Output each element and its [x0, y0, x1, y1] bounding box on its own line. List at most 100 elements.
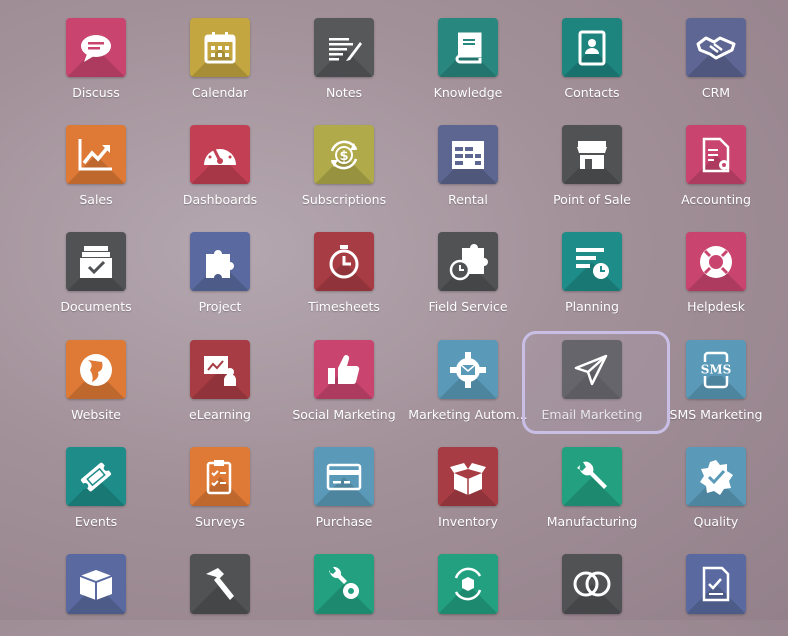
app-label: Dashboards: [182, 192, 258, 207]
app-project[interactable]: Project: [158, 214, 282, 314]
app-elearning[interactable]: eLearning: [158, 322, 282, 422]
overlap-circles-icon: [572, 564, 612, 604]
dollar-cycle-icon: $: [324, 135, 364, 175]
open-box-icon: [448, 457, 488, 497]
app-label: SMS Marketing: [669, 407, 763, 422]
app-discuss[interactable]: Discuss: [34, 0, 158, 100]
app-tile[interactable]: [562, 554, 622, 614]
app-inventory[interactable]: Inventory: [406, 429, 530, 529]
app-events[interactable]: Events: [34, 429, 158, 529]
app-label: Field Service: [428, 299, 508, 314]
app-tile[interactable]: [562, 18, 622, 78]
app-tile[interactable]: [66, 18, 126, 78]
hammer-icon: [200, 564, 240, 604]
app-tile[interactable]: [686, 18, 746, 78]
credit-card-icon: [324, 457, 364, 497]
app-point-of-sale[interactable]: Point of Sale: [530, 107, 654, 207]
app-tile[interactable]: [314, 232, 374, 292]
app-label: Project: [198, 299, 242, 314]
app-tile[interactable]: [314, 18, 374, 78]
app-tile[interactable]: [562, 125, 622, 185]
app-tile[interactable]: [190, 125, 250, 185]
app-tile[interactable]: [562, 232, 622, 292]
calendar-icon: [200, 28, 240, 68]
app-label: eLearning: [189, 407, 251, 422]
app-label: Surveys: [195, 514, 245, 529]
app-label: Events: [74, 514, 118, 529]
app-manufacturing[interactable]: Manufacturing: [530, 429, 654, 529]
app-tile[interactable]: [438, 340, 498, 400]
app-tile[interactable]: [190, 18, 250, 78]
list-clock-icon: [572, 242, 612, 282]
app-documents[interactable]: Documents: [34, 214, 158, 314]
app-tile[interactable]: [314, 554, 374, 614]
app-surveys[interactable]: Surveys: [158, 429, 282, 529]
app-tile-34[interactable]: [530, 536, 654, 636]
clipboard-check-icon: [200, 457, 240, 497]
book-icon: [448, 28, 488, 68]
app-label: Purchase: [315, 514, 373, 529]
box-cycle-icon: [448, 564, 488, 604]
puzzle-icon: [200, 242, 240, 282]
app-tile[interactable]: [438, 18, 498, 78]
app-tile[interactable]: [438, 232, 498, 292]
app-tile[interactable]: [314, 447, 374, 507]
app-contacts[interactable]: Contacts: [530, 0, 654, 100]
stopwatch-icon: [324, 242, 364, 282]
app-tile[interactable]: [686, 554, 746, 614]
app-tile[interactable]: [66, 554, 126, 614]
app-helpdesk[interactable]: Helpdesk: [654, 214, 778, 314]
app-notes[interactable]: Notes: [282, 0, 406, 100]
app-label: Notes: [325, 85, 363, 100]
app-social-marketing[interactable]: Social Marketing: [282, 322, 406, 422]
app-website[interactable]: Website: [34, 322, 158, 422]
app-tile-35[interactable]: [654, 536, 778, 636]
app-tile[interactable]: [438, 554, 498, 614]
app-accounting[interactable]: Accounting: [654, 107, 778, 207]
app-tile[interactable]: [438, 447, 498, 507]
wrench-icon: [572, 457, 612, 497]
app-field-service[interactable]: Field Service: [406, 214, 530, 314]
app-tile[interactable]: [66, 125, 126, 185]
app-timesheets[interactable]: Timesheets: [282, 214, 406, 314]
app-tile-30[interactable]: [34, 536, 158, 636]
app-tile[interactable]: [562, 447, 622, 507]
app-quality[interactable]: Quality: [654, 429, 778, 529]
app-purchase[interactable]: Purchase: [282, 429, 406, 529]
app-tile[interactable]: [686, 232, 746, 292]
app-tile[interactable]: [190, 232, 250, 292]
app-tile[interactable]: [190, 340, 250, 400]
app-tile[interactable]: $: [314, 125, 374, 185]
app-sms-marketing[interactable]: SMS SMS Marketing: [654, 322, 778, 422]
app-label: Helpdesk: [687, 299, 745, 314]
app-sales[interactable]: Sales: [34, 107, 158, 207]
app-marketing-autom[interactable]: Marketing Autom...: [406, 322, 530, 422]
app-subscriptions[interactable]: $ Subscriptions: [282, 107, 406, 207]
app-tile-32[interactable]: [282, 536, 406, 636]
app-tile[interactable]: [66, 447, 126, 507]
app-tile[interactable]: [686, 125, 746, 185]
app-tile[interactable]: [66, 232, 126, 292]
app-tile[interactable]: [190, 554, 250, 614]
sms-phone-icon: SMS: [696, 350, 736, 390]
app-planning[interactable]: Planning: [530, 214, 654, 314]
app-tile[interactable]: [190, 447, 250, 507]
app-dashboards[interactable]: Dashboards: [158, 107, 282, 207]
app-calendar[interactable]: Calendar: [158, 0, 282, 100]
signed-doc-icon: [696, 564, 736, 604]
app-crm[interactable]: CRM: [654, 0, 778, 100]
app-tile-33[interactable]: [406, 536, 530, 636]
app-tile[interactable]: [66, 340, 126, 400]
app-label: Discuss: [72, 85, 120, 100]
app-tile[interactable]: [686, 447, 746, 507]
app-tile[interactable]: [438, 125, 498, 185]
app-knowledge[interactable]: Knowledge: [406, 0, 530, 100]
svg-text:SMS: SMS: [701, 362, 732, 376]
app-tile[interactable]: [314, 340, 374, 400]
app-tile[interactable]: SMS: [686, 340, 746, 400]
app-label: Contacts: [564, 85, 620, 100]
app-tile-31[interactable]: [158, 536, 282, 636]
app-label: Sales: [79, 192, 113, 207]
app-rental[interactable]: Rental: [406, 107, 530, 207]
badge-check-icon: [696, 457, 736, 497]
